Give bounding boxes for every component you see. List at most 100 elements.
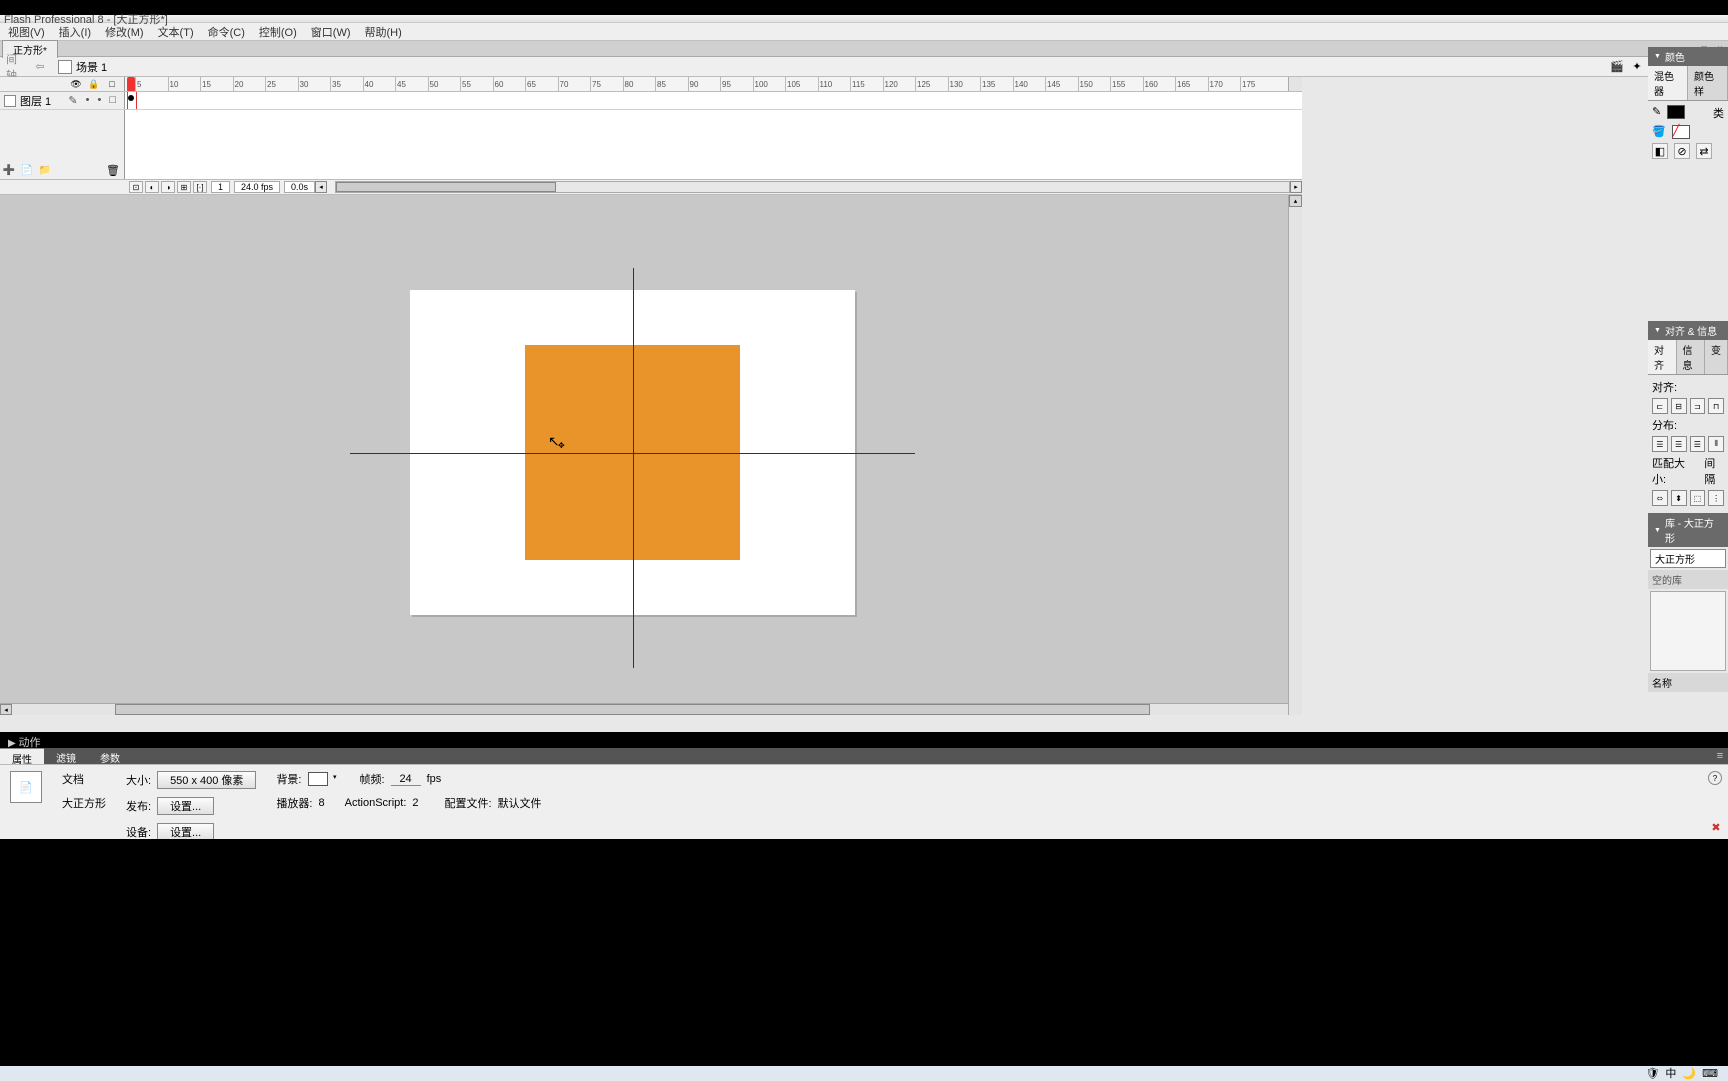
- match-height-icon[interactable]: ⬍: [1671, 490, 1687, 506]
- ruler-tick[interactable]: 135: [980, 77, 995, 91]
- onion-markers-icon[interactable]: [·]: [193, 181, 207, 193]
- ruler-tick[interactable]: 15: [200, 77, 211, 91]
- ime-indicator[interactable]: 中: [1665, 1065, 1676, 1081]
- layer-row[interactable]: 图层 1 ✎ • • □: [0, 92, 1302, 110]
- tab-align[interactable]: 对齐: [1648, 340, 1677, 374]
- dist-top-icon[interactable]: ☰: [1652, 436, 1668, 452]
- dist-vcenter-icon[interactable]: ☰: [1671, 436, 1687, 452]
- fill-swatch[interactable]: ╱: [1672, 125, 1690, 139]
- menu-commands[interactable]: 命令(C): [208, 24, 245, 40]
- edit-symbol-icon[interactable]: ✦: [1629, 59, 1645, 75]
- stage-hscroll-thumb[interactable]: [115, 704, 1150, 715]
- edit-scene-icon[interactable]: 🎬: [1609, 59, 1625, 75]
- ruler-tick[interactable]: 95: [720, 77, 731, 91]
- ruler-vscroll[interactable]: [1288, 77, 1302, 91]
- match-width-icon[interactable]: ⬄: [1652, 490, 1668, 506]
- tab-info[interactable]: 信息: [1677, 340, 1706, 374]
- stage-hscroll[interactable]: ◂: [0, 703, 1288, 715]
- ruler-tick[interactable]: 80: [623, 77, 634, 91]
- space-v-icon[interactable]: ⋮: [1708, 490, 1724, 506]
- layer-label[interactable]: 图层 1 ✎ • • □: [0, 92, 125, 109]
- ruler-tick[interactable]: 165: [1175, 77, 1190, 91]
- ruler-tick[interactable]: 115: [850, 77, 865, 91]
- tray-moon-icon[interactable]: 🌙: [1682, 1067, 1696, 1080]
- ruler-tick[interactable]: 155: [1110, 77, 1125, 91]
- onion-outline-icon[interactable]: ◑: [161, 181, 175, 193]
- match-both-icon[interactable]: ⬚: [1690, 490, 1706, 506]
- ruler-tick[interactable]: 35: [330, 77, 341, 91]
- stage-area[interactable]: ↖ ✥ ▴ ◂: [0, 195, 1302, 715]
- ruler-tick[interactable]: 40: [363, 77, 374, 91]
- ruler-tick[interactable]: 175: [1240, 77, 1255, 91]
- ruler-tick[interactable]: 75: [590, 77, 601, 91]
- color-panel-header[interactable]: 颜色: [1648, 47, 1728, 66]
- tab-parameters[interactable]: 参数: [88, 748, 132, 764]
- scene-name[interactable]: 场景 1: [76, 59, 107, 75]
- align-hcenter-icon[interactable]: ⊟: [1671, 398, 1687, 414]
- dist-left-icon[interactable]: ⦀: [1708, 436, 1724, 452]
- ruler-tick[interactable]: 5: [135, 77, 141, 91]
- lock-dot-icon[interactable]: •: [97, 94, 101, 107]
- timeline-ruler[interactable]: 5101520253035404550556065707580859095100…: [125, 77, 1302, 91]
- hscroll-left-icon[interactable]: ◂: [315, 181, 327, 193]
- ruler-tick[interactable]: 120: [883, 77, 898, 91]
- bucket-tool-icon[interactable]: 🪣: [1652, 125, 1666, 139]
- add-folder-icon[interactable]: 📁: [38, 163, 52, 177]
- ruler-tick[interactable]: 25: [265, 77, 276, 91]
- panel-menu-icon[interactable]: ≡: [1712, 748, 1728, 764]
- ruler-tick[interactable]: 30: [298, 77, 309, 91]
- outline-box-icon[interactable]: □: [109, 94, 116, 107]
- ruler-tick[interactable]: 145: [1045, 77, 1060, 91]
- ruler-tick[interactable]: 60: [493, 77, 504, 91]
- add-layer-icon[interactable]: ➕: [2, 163, 16, 177]
- no-color-icon[interactable]: ⊘: [1674, 143, 1690, 159]
- tray-keyboard-icon[interactable]: ⌨: [1702, 1067, 1718, 1080]
- hscroll-left-icon[interactable]: ◂: [0, 704, 12, 715]
- keyframe-icon[interactable]: [128, 95, 134, 101]
- ruler-tick[interactable]: 20: [233, 77, 244, 91]
- vertical-guide[interactable]: [633, 268, 634, 668]
- timeline-toggle-icon[interactable]: 间轴: [6, 59, 22, 75]
- tab-mixer[interactable]: 混色器: [1648, 66, 1688, 100]
- timeline-hscroll[interactable]: [335, 181, 1290, 193]
- library-name-column[interactable]: 名称: [1648, 673, 1728, 692]
- onion-skin-icon[interactable]: ◐: [145, 181, 159, 193]
- menu-modify[interactable]: 修改(M): [105, 24, 144, 40]
- menu-window[interactable]: 窗口(W): [311, 24, 351, 40]
- pencil-tool-icon[interactable]: ✎: [1652, 105, 1661, 121]
- playhead[interactable]: [127, 77, 135, 91]
- ruler-tick[interactable]: 125: [915, 77, 930, 91]
- tab-filters[interactable]: 滤镜: [44, 748, 88, 764]
- align-top-icon[interactable]: ⊓: [1708, 398, 1724, 414]
- menu-text[interactable]: 文本(T): [158, 24, 194, 40]
- ruler-tick[interactable]: 45: [395, 77, 406, 91]
- menu-view[interactable]: 视图(V): [8, 24, 45, 40]
- edit-multi-icon[interactable]: ⊞: [177, 181, 191, 193]
- collapse-icon[interactable]: ✖: [1710, 821, 1722, 833]
- fps-input[interactable]: [391, 772, 421, 786]
- tray-shield-icon[interactable]: 🛡: [1645, 1067, 1659, 1080]
- ruler-tick[interactable]: 130: [948, 77, 963, 91]
- fps-display[interactable]: 24.0 fps: [234, 181, 280, 193]
- trash-icon[interactable]: 🗑: [106, 163, 120, 177]
- ruler-tick[interactable]: 160: [1143, 77, 1158, 91]
- actions-panel-header[interactable]: ▶ 动作: [0, 732, 1728, 748]
- black-white-icon[interactable]: ◧: [1652, 143, 1668, 159]
- menu-help[interactable]: 帮助(H): [365, 24, 402, 40]
- timeline-hscroll-thumb[interactable]: [336, 182, 556, 192]
- ruler-tick[interactable]: 110: [818, 77, 833, 91]
- ruler-tick[interactable]: 105: [785, 77, 800, 91]
- stroke-swatch[interactable]: [1667, 105, 1685, 119]
- align-panel-header[interactable]: 对齐 & 信息: [1648, 321, 1728, 340]
- help-icon[interactable]: ?: [1708, 771, 1722, 785]
- tab-swatches[interactable]: 颜色样: [1688, 66, 1728, 100]
- ruler-tick[interactable]: 10: [168, 77, 179, 91]
- current-frame[interactable]: 1: [211, 181, 230, 193]
- ruler-tick[interactable]: 85: [655, 77, 666, 91]
- ruler-tick[interactable]: 100: [753, 77, 768, 91]
- tab-properties[interactable]: 属性: [0, 748, 44, 764]
- ruler-tick[interactable]: 170: [1208, 77, 1223, 91]
- background-swatch[interactable]: [308, 772, 328, 786]
- eye-dot-icon[interactable]: •: [86, 94, 90, 107]
- align-left-icon[interactable]: ⊏: [1652, 398, 1668, 414]
